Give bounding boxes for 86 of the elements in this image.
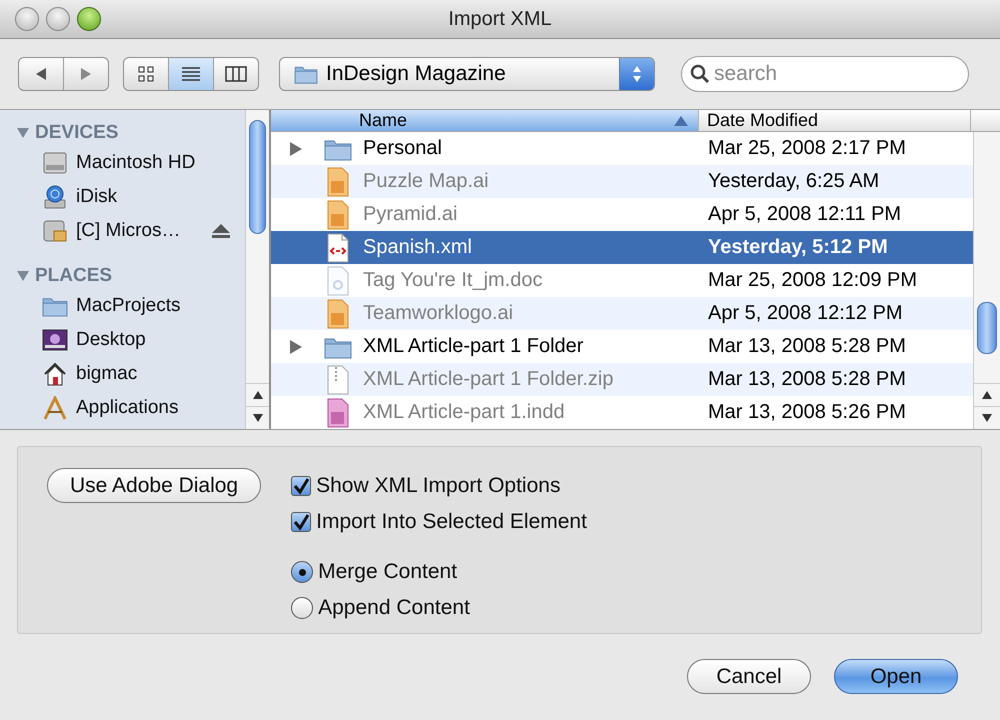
radio-label: Merge Content [318, 560, 458, 584]
left-arrow-icon [34, 67, 48, 81]
up-arrow-icon [981, 390, 993, 400]
disclosure-triangle[interactable] [17, 271, 29, 281]
date-modified: Mar 25, 2008 2:17 PM [707, 137, 906, 160]
open-button[interactable]: Open [834, 659, 958, 694]
house-icon [42, 361, 68, 387]
desktop-icon [42, 328, 68, 352]
file-name: Puzzle Map.ai [363, 170, 490, 193]
checkbox-label: Import Into Selected Element [316, 510, 587, 534]
file-row[interactable]: Spanish.xml Yesterday, 5:12 PM [271, 231, 973, 264]
checkbox[interactable] [291, 476, 312, 496]
checkbox[interactable] [291, 512, 312, 532]
file-name: Spanish.xml [363, 236, 473, 259]
up-down-arrow-icon [631, 64, 643, 84]
document-icon [325, 266, 351, 296]
eject-icon[interactable] [211, 223, 231, 239]
column-header[interactable]: Date Modified [699, 110, 971, 131]
radio-button[interactable] [291, 597, 314, 619]
column-header[interactable]: Name [271, 110, 699, 131]
disclosure-triangle[interactable] [17, 128, 29, 138]
document-icon [325, 200, 351, 230]
file-name: XML Article-part 1 Folder.zip [363, 368, 614, 391]
date-modified: Apr 5, 2008 12:11 PM [707, 203, 902, 226]
date-modified: Mar 13, 2008 5:26 PM [707, 401, 906, 424]
sidebar-item[interactable]: Desktop [0, 323, 245, 357]
file-name: Tag You're It_jm.doc [363, 269, 544, 292]
checkbox-label: Show XML Import Options [316, 474, 560, 498]
grid-icon [138, 66, 154, 82]
radio-label: Append Content [318, 596, 470, 620]
close-button[interactable] [15, 7, 39, 31]
folder-icon [42, 295, 68, 317]
hard-drive-icon [42, 150, 68, 176]
zoom-button[interactable] [77, 7, 101, 31]
sidebar-item[interactable]: Macintosh HD [0, 146, 245, 180]
search-icon [690, 64, 710, 84]
disclosure-triangle[interactable] [290, 142, 302, 156]
file-name: Personal [363, 137, 443, 160]
scroll-thumb[interactable] [977, 302, 997, 354]
location-popup[interactable]: InDesign Magazine [279, 57, 655, 91]
cancel-button[interactable]: Cancel [687, 659, 811, 694]
globe-disk-icon [42, 184, 68, 210]
section-heading: PLACES [35, 265, 112, 287]
scroll-thumb[interactable] [249, 120, 266, 234]
window-title: Import XML [448, 8, 552, 30]
file-name: Teamworklogo.ai [363, 302, 514, 325]
date-modified: Mar 13, 2008 5:28 PM [707, 335, 906, 358]
minimize-button[interactable] [46, 7, 70, 31]
columns-icon [225, 66, 247, 82]
file-name: XML Article-part 1.indd [363, 401, 566, 424]
document-icon [325, 398, 351, 428]
date-modified: Apr 5, 2008 12:12 PM [707, 302, 903, 325]
date-modified: Mar 13, 2008 5:28 PM [707, 368, 906, 391]
document-icon [325, 298, 351, 328]
down-arrow-icon [252, 413, 264, 423]
sidebar-item[interactable]: bigmac [0, 357, 245, 391]
network-drive-icon [42, 218, 68, 244]
radio-button[interactable] [291, 561, 314, 583]
sidebar-item[interactable]: Applications [0, 391, 245, 425]
file-name: XML Article-part 1 Folder [363, 335, 584, 358]
zip-file-icon [325, 364, 351, 394]
document-icon [325, 166, 351, 196]
file-list-scrollbar[interactable] [973, 132, 1000, 429]
sidebar-item[interactable]: [C] Micros… [0, 214, 245, 248]
sidebar-item[interactable]: iDisk [0, 180, 245, 214]
section-heading: DEVICES [35, 122, 118, 144]
date-modified: Yesterday, 6:25 AM [707, 170, 880, 193]
disclosure-triangle[interactable] [290, 340, 302, 354]
file-row[interactable]: XML Article-part 1 Folder Mar 13, 2008 5:28 PM [271, 330, 973, 363]
sidebar-item[interactable]: MacProjects [0, 289, 245, 323]
up-arrow-icon [252, 390, 264, 400]
file-name: Pyramid.ai [363, 203, 458, 226]
folder-icon [294, 64, 318, 84]
date-modified: Mar 25, 2008 12:09 PM [707, 269, 918, 292]
ruler-pencil-icon [42, 396, 68, 420]
file-row[interactable]: Personal Mar 25, 2008 2:17 PM [271, 132, 973, 165]
sidebar-scrollbar[interactable] [245, 110, 271, 429]
sort-arrow-icon [674, 116, 688, 126]
down-arrow-icon [981, 413, 993, 423]
list-icon [181, 66, 201, 82]
use-adobe-dialog-button[interactable]: Use Adobe Dialog [47, 468, 262, 503]
document-icon [325, 232, 351, 262]
search-field[interactable]: search [681, 56, 969, 92]
list-view-button[interactable] [169, 58, 214, 90]
date-modified: Yesterday, 5:12 PM [707, 236, 888, 259]
right-arrow-icon [79, 67, 93, 81]
